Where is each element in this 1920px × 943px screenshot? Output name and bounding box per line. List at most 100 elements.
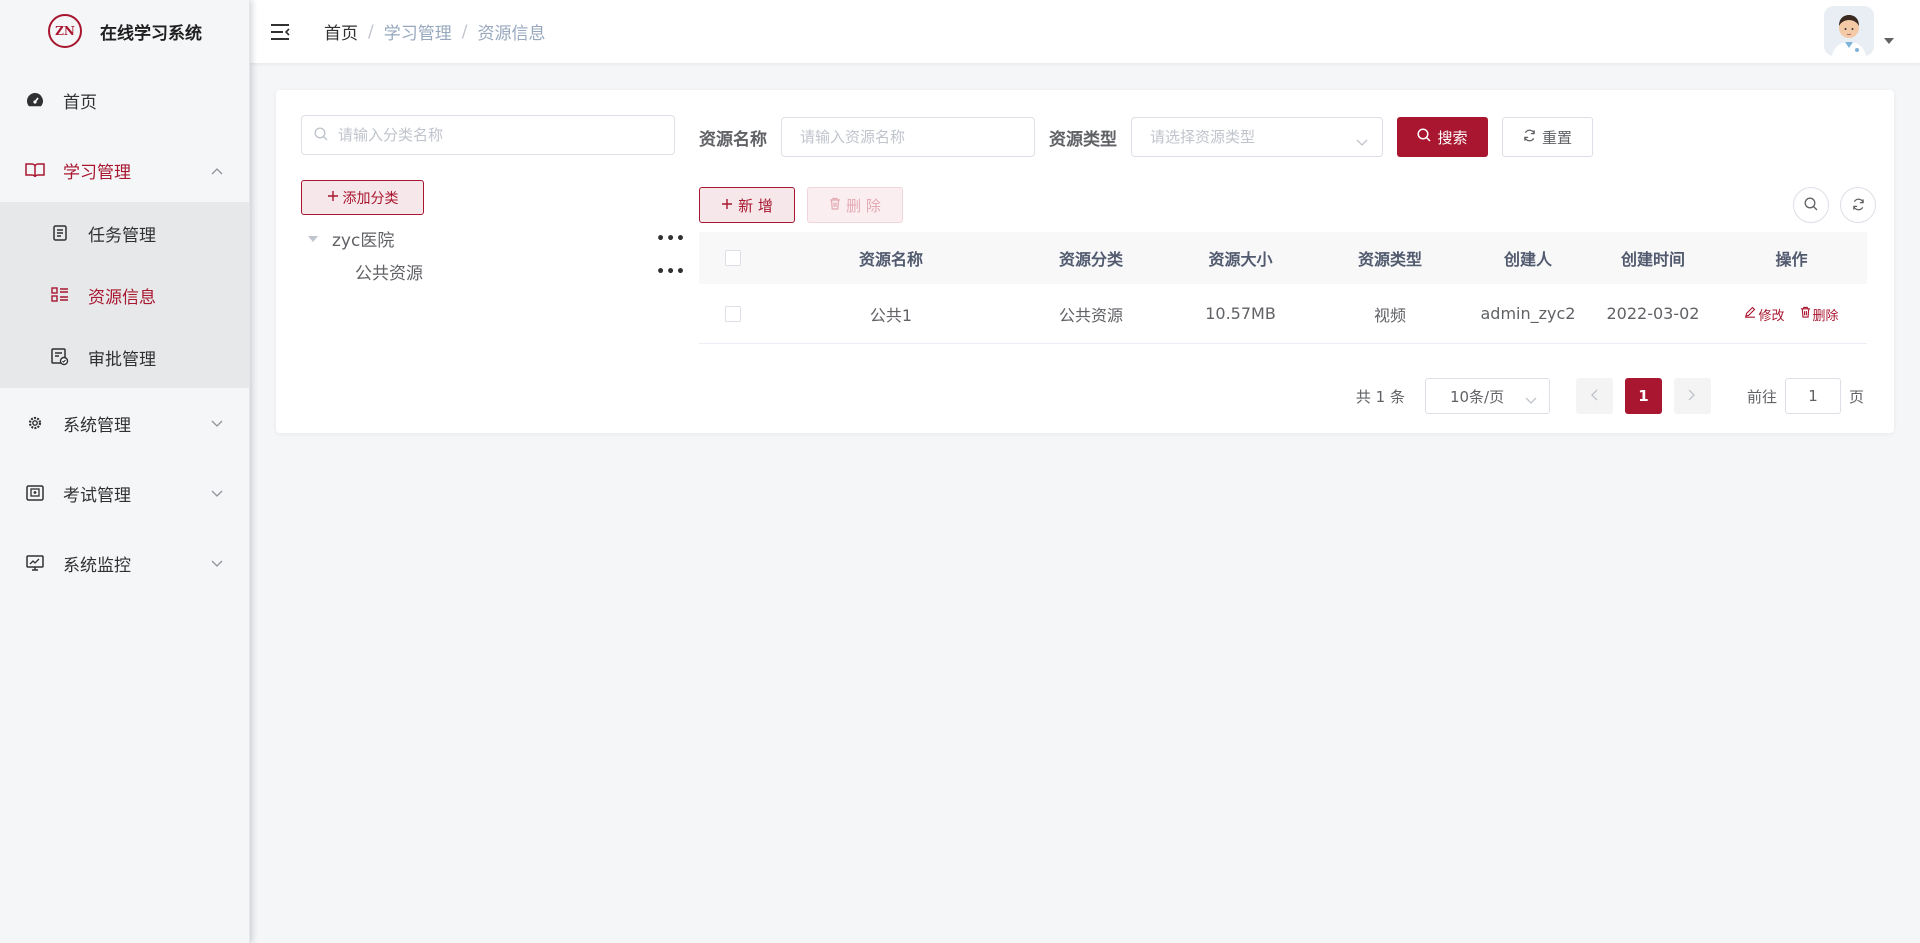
refresh-button[interactable]: [1840, 187, 1876, 223]
content-card: 添加分类 zyc医院 ••• 公共资源 ••• 资源名称 资源类型: [276, 90, 1894, 433]
delete-resource-button[interactable]: 删 除: [807, 187, 903, 223]
row-checkbox-cell: [699, 305, 767, 322]
app-title: 在线学习系统: [100, 23, 202, 44]
page-size-value: 10条/页: [1449, 387, 1505, 406]
select-all-checkbox[interactable]: [725, 250, 741, 266]
breadcrumb-home[interactable]: 首页: [324, 19, 358, 44]
delete-label: 删除: [1812, 308, 1839, 324]
cell-type: 视频: [1373, 305, 1406, 325]
task-icon: [50, 225, 70, 241]
breadcrumb: 首页 / 学习管理 / 资源信息: [324, 19, 546, 45]
sidebar-item-approval[interactable]: 审批管理: [0, 326, 249, 388]
avatar[interactable]: [1824, 6, 1874, 56]
page-size-select[interactable]: 10条/页: [1424, 378, 1550, 414]
search-button-label: 搜索: [1437, 128, 1468, 147]
search-button[interactable]: 搜索: [1397, 117, 1488, 157]
sidebar-item-resource[interactable]: 资源信息: [0, 264, 249, 326]
more-icon[interactable]: •••: [656, 231, 686, 247]
sidebar-item-label: 系统监控: [63, 555, 131, 576]
sidebar-item-monitor[interactable]: 系统监控: [0, 528, 249, 598]
sidebar-item-exam[interactable]: 考试管理: [0, 458, 249, 528]
header-created: 创建时间: [1620, 250, 1685, 269]
delete-button[interactable]: 删除: [1800, 305, 1839, 324]
add-category-label: 添加分类: [342, 190, 399, 207]
cell-name: 公共1: [869, 305, 913, 325]
header-name: 资源名称: [858, 250, 923, 269]
reset-button-label: 重置: [1541, 128, 1572, 147]
next-page-button[interactable]: [1673, 378, 1711, 414]
more-icon[interactable]: •••: [656, 264, 686, 280]
resource-name-input[interactable]: [800, 128, 1016, 146]
search-icon: [314, 126, 328, 145]
edit-button[interactable]: 修改: [1744, 305, 1784, 324]
jump-prefix: 前往: [1746, 387, 1777, 406]
search-icon: [1417, 128, 1432, 146]
cell-creator: admin_zyc2: [1480, 304, 1576, 323]
chevron-down-icon: [1525, 391, 1537, 409]
reset-button[interactable]: 重置: [1502, 117, 1593, 157]
logo[interactable]: ZN 在线学习系统: [0, 0, 249, 62]
cell-size: 10.57MB: [1205, 304, 1276, 323]
category-search[interactable]: [301, 115, 675, 155]
filter-bar: 资源名称 资源类型 搜索 重置: [699, 117, 1593, 157]
resource-name-field[interactable]: [781, 117, 1035, 157]
sidebar-item-label: 审批管理: [88, 349, 156, 370]
resource-name-label: 资源名称: [699, 129, 767, 150]
add-resource-button[interactable]: 新 增: [699, 187, 795, 223]
caret-down-icon[interactable]: [1884, 29, 1894, 48]
sidebar-item-label: 资源信息: [88, 287, 156, 308]
resource-table: 资源名称 资源分类 资源大小 资源类型 创建人 创建时间 操作 公共1 公共资源…: [699, 232, 1867, 344]
cell-actions: 修改 删除: [1716, 303, 1867, 324]
add-resource-label: 新 增: [738, 196, 773, 215]
edit-label: 修改: [1758, 308, 1785, 324]
page-jump-input[interactable]: 1: [1784, 378, 1841, 414]
resource-type-select[interactable]: [1131, 117, 1383, 157]
sidebar-item-learning[interactable]: 学习管理: [0, 138, 249, 202]
approval-icon: [50, 348, 70, 366]
delete-resource-label: 删 除: [846, 196, 881, 215]
header-actions: 操作: [1775, 250, 1808, 269]
refresh-icon: [1523, 128, 1536, 146]
tree-node-label: 公共资源: [355, 264, 423, 284]
logo-text: ZN: [55, 24, 75, 38]
breadcrumb-separator: /: [461, 21, 468, 42]
cell-category: 公共资源: [1058, 305, 1123, 325]
sidebar-item-task[interactable]: 任务管理: [0, 202, 249, 264]
table-header: 资源名称 资源分类 资源大小 资源类型 创建人 创建时间 操作: [699, 232, 1867, 284]
header-creator: 创建人: [1503, 250, 1552, 269]
table-row: 公共1 公共资源 10.57MB 视频 admin_zyc2 2022-03-0…: [699, 284, 1867, 344]
sidebar-item-home[interactable]: 首页: [0, 62, 249, 138]
page-number-active[interactable]: 1: [1624, 378, 1662, 414]
chevron-down-icon: [1356, 132, 1368, 151]
resource-type-input[interactable]: [1150, 128, 1364, 146]
header-size: 资源大小: [1208, 250, 1273, 269]
caret-down-icon[interactable]: [306, 235, 320, 242]
gear-icon: [25, 415, 45, 431]
sidebar-item-label: 系统管理: [63, 415, 131, 436]
chevron-down-icon: [211, 553, 223, 573]
chevron-down-icon: [211, 413, 223, 433]
refresh-icon: [1852, 196, 1865, 215]
search-icon: [1804, 196, 1818, 215]
logo-icon: ZN: [48, 14, 82, 48]
category-search-input[interactable]: [338, 126, 658, 144]
hamburger-icon[interactable]: [270, 22, 292, 42]
dashboard-icon: [25, 92, 45, 108]
header-category: 资源分类: [1058, 250, 1123, 269]
toggle-search-button[interactable]: [1793, 187, 1829, 223]
resource-type-label: 资源类型: [1049, 129, 1117, 150]
header-checkbox-cell: [699, 250, 767, 266]
breadcrumb-separator: /: [368, 21, 374, 42]
breadcrumb-current: 资源信息: [477, 24, 546, 44]
prev-page-button[interactable]: [1575, 378, 1613, 414]
user-menu[interactable]: [1824, 6, 1894, 56]
row-checkbox[interactable]: [725, 305, 741, 322]
sidebar-item-label: 任务管理: [88, 225, 156, 246]
sidebar-item-system[interactable]: 系统管理: [0, 388, 249, 458]
monitor-icon: [25, 555, 45, 571]
tree-node-public[interactable]: 公共资源 •••: [306, 255, 686, 288]
add-category-button[interactable]: 添加分类: [301, 180, 424, 215]
total-count: 共 1 条: [1355, 387, 1405, 406]
chevron-right-icon: [1688, 387, 1696, 405]
tree-node-root[interactable]: zyc医院 •••: [306, 222, 686, 255]
